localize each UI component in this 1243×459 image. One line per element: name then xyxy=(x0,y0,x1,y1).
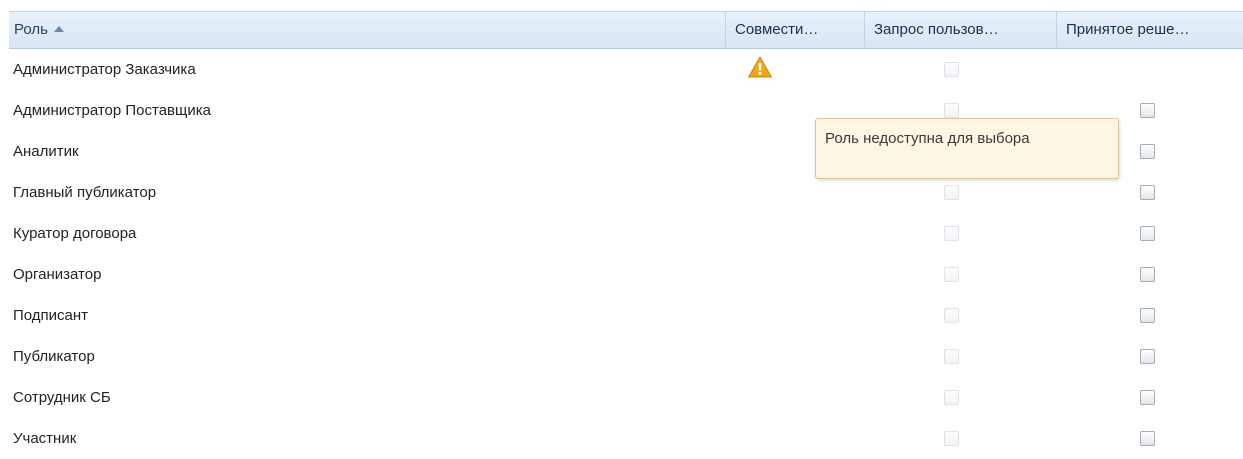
request-checkbox xyxy=(944,226,959,241)
decision-checkbox[interactable] xyxy=(1140,185,1155,200)
column-header-decision-label: Принятое реше… xyxy=(1066,21,1190,38)
request-checkbox xyxy=(944,390,959,405)
grid-top-strip xyxy=(9,0,1243,11)
column-header-role[interactable]: Роль xyxy=(9,12,726,48)
role-name: Сотрудник СБ xyxy=(13,389,111,406)
column-header-role-label: Роль xyxy=(14,21,48,38)
table-row[interactable]: Подписант xyxy=(9,295,1243,336)
table-row[interactable]: Организатор xyxy=(9,254,1243,295)
decision-checkbox[interactable] xyxy=(1140,349,1155,364)
table-row[interactable]: Администратор Заказчика xyxy=(9,49,1243,90)
role-name: Администратор Заказчика xyxy=(13,61,196,78)
grid-body: Администратор Заказчика Администратор Пос… xyxy=(9,49,1243,459)
column-header-request-label: Запрос пользов… xyxy=(874,21,999,38)
sort-ascending-icon xyxy=(53,26,64,32)
request-checkbox xyxy=(944,62,959,77)
column-header-decision[interactable]: Принятое реше… xyxy=(1057,12,1243,48)
role-name: Публикатор xyxy=(13,348,95,365)
decision-checkbox[interactable] xyxy=(1140,431,1155,446)
request-checkbox xyxy=(944,349,959,364)
role-name: Организатор xyxy=(13,266,102,283)
decision-checkbox[interactable] xyxy=(1140,267,1155,282)
table-row[interactable]: Публикатор xyxy=(9,336,1243,377)
role-name: Администратор Поставщика xyxy=(13,102,211,119)
column-header-compat[interactable]: Совмести… xyxy=(726,12,865,48)
grid-header: Роль Совмести… Запрос пользов… Принятое … xyxy=(9,11,1243,49)
role-name: Подписант xyxy=(13,307,89,324)
request-checkbox xyxy=(944,431,959,446)
column-header-request[interactable]: Запрос пользов… xyxy=(865,12,1057,48)
decision-checkbox[interactable] xyxy=(1140,226,1155,241)
table-row[interactable]: Куратор договора xyxy=(9,213,1243,254)
decision-checkbox[interactable] xyxy=(1140,390,1155,405)
tooltip: Роль недоступна для выбора xyxy=(815,118,1119,179)
role-name: Главный публикатор xyxy=(13,184,157,201)
role-name: Участник xyxy=(13,430,77,447)
request-checkbox xyxy=(944,308,959,323)
request-checkbox xyxy=(944,267,959,282)
roles-grid: Роль Совмести… Запрос пользов… Принятое … xyxy=(9,0,1243,459)
request-checkbox xyxy=(944,185,959,200)
tooltip-text: Роль недоступна для выбора xyxy=(825,130,1030,147)
decision-checkbox[interactable] xyxy=(1140,103,1155,118)
column-header-compat-label: Совмести… xyxy=(735,21,819,38)
role-name: Куратор договора xyxy=(13,225,137,242)
table-row[interactable]: Сотрудник СБ xyxy=(9,377,1243,418)
decision-checkbox[interactable] xyxy=(1140,308,1155,323)
decision-checkbox[interactable] xyxy=(1140,144,1155,159)
role-name: Аналитик xyxy=(13,143,79,160)
warning-icon[interactable] xyxy=(747,55,773,79)
request-checkbox xyxy=(944,103,959,118)
table-row[interactable]: Участник xyxy=(9,418,1243,459)
